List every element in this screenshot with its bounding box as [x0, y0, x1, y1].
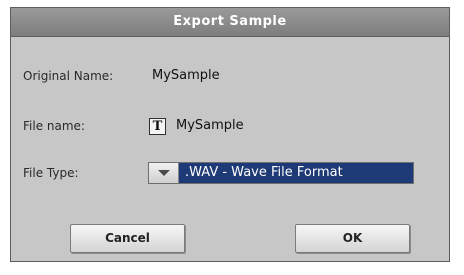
file-name-value[interactable]: MySample [176, 118, 244, 133]
chevron-down-icon[interactable] [149, 163, 179, 183]
file-type-label: File Type: [23, 166, 79, 180]
ok-button[interactable]: OK [295, 224, 410, 253]
file-name-label: File name: [23, 119, 85, 133]
cancel-button[interactable]: Cancel [70, 224, 185, 253]
text-edit-icon[interactable]: T [149, 118, 166, 135]
original-name-value: MySample [152, 68, 220, 83]
original-name-label: Original Name: [23, 69, 114, 83]
export-sample-dialog: Export Sample Original Name: MySample Fi… [10, 7, 450, 262]
file-type-dropdown[interactable]: .WAV - Wave File Format [148, 162, 414, 184]
file-type-value: .WAV - Wave File Format [185, 165, 343, 180]
dialog-title: Export Sample [11, 8, 449, 37]
